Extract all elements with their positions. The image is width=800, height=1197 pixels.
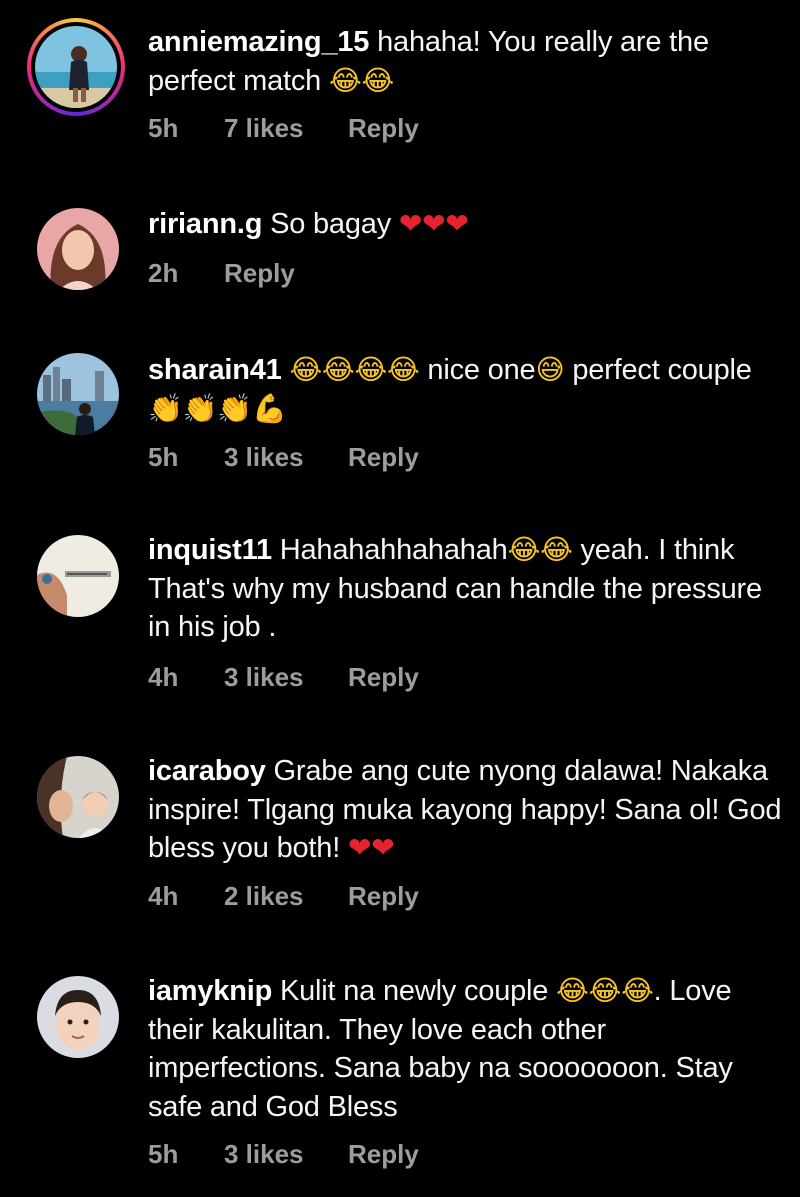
reply-button[interactable]: Reply	[224, 258, 295, 289]
comment-body: Kulit na newly couple	[279, 975, 549, 1007]
reply-button[interactable]: Reply	[348, 113, 419, 144]
laughing-emoji-icon: 😂😂	[507, 533, 573, 566]
username[interactable]: icaraboy	[148, 755, 266, 787]
comment-text: icaraboy Grabe ang cute nyong dalawa! Na…	[148, 752, 788, 868]
username[interactable]: anniemazing_15	[148, 26, 369, 58]
profile-photo-beach-icon	[35, 26, 117, 108]
likes-count[interactable]: 7 likes	[224, 113, 348, 144]
comment-text: iamyknip Kulit na newly couple 😂😂😂. Love…	[148, 972, 788, 1126]
reply-button[interactable]: Reply	[348, 881, 419, 912]
avatar[interactable]	[37, 976, 119, 1058]
heart-emoji-icon: ❤❤❤	[398, 207, 469, 240]
avatar[interactable]	[37, 756, 119, 838]
reply-button[interactable]: Reply	[348, 442, 419, 473]
comment-body: Hahahahhahahah	[279, 534, 508, 566]
laughing-emoji-icon: 😂😂😂	[556, 974, 654, 1007]
clapping-hands-emoji-icon: 👏👏👏💪	[148, 391, 287, 425]
comment-text: anniemazing_15 hahaha! You really are th…	[148, 23, 788, 100]
grinning-sweat-emoji-icon: 😅	[535, 353, 565, 386]
likes-count[interactable]: 3 likes	[224, 442, 348, 473]
heart-emoji-icon: ❤❤	[347, 831, 395, 864]
laughing-emoji-icon: 😂😂😂😂	[289, 353, 420, 386]
likes-count[interactable]: 3 likes	[224, 1139, 348, 1170]
avatar[interactable]	[37, 535, 119, 617]
reply-button[interactable]: Reply	[348, 1139, 419, 1170]
avatar[interactable]	[37, 208, 119, 290]
timestamp: 5h	[148, 1139, 179, 1169]
timestamp: 4h	[148, 662, 179, 692]
comment-meta: 4h 3 likes Reply	[148, 662, 419, 693]
avatar[interactable]	[37, 353, 119, 435]
username[interactable]: inquist11	[148, 534, 272, 566]
reply-button[interactable]: Reply	[348, 662, 419, 693]
likes-count[interactable]: 2 likes	[224, 881, 348, 912]
comment-meta: 5h 3 likes Reply	[148, 1139, 419, 1170]
laughing-emoji-icon: 😂😂	[328, 63, 394, 97]
avatar[interactable]	[27, 18, 125, 116]
username[interactable]: sharain41	[148, 354, 282, 386]
username[interactable]: ririann.g	[148, 208, 262, 240]
comment-meta: 2h Reply	[148, 258, 295, 289]
profile-photo-child-icon	[37, 976, 119, 1058]
comment-body: So bagay	[270, 208, 392, 240]
username[interactable]: iamyknip	[148, 975, 272, 1007]
comment-text: inquist11 Hahahahhahahah😂😂 yeah. I think…	[148, 531, 788, 647]
timestamp: 5h	[148, 113, 179, 143]
likes-count[interactable]: 3 likes	[224, 662, 348, 693]
comment-meta: 4h 2 likes Reply	[148, 881, 419, 912]
comment-body: perfect couple	[572, 354, 752, 386]
profile-photo-arm-icon	[37, 535, 119, 617]
timestamp: 4h	[148, 881, 179, 911]
timestamp: 2h	[148, 258, 179, 288]
comment-meta: 5h 3 likes Reply	[148, 442, 419, 473]
comment-text: sharain41 😂😂😂😂 nice one😅 perfect couple …	[148, 351, 788, 428]
comment-body: nice one	[427, 354, 536, 386]
comment-text: ririann.g So bagay ❤❤❤	[148, 205, 788, 244]
comment-meta: 5h 7 likes Reply	[148, 113, 419, 144]
profile-photo-woman-icon	[37, 208, 119, 290]
profile-photo-city-icon	[37, 353, 119, 435]
profile-photo-mother-child-icon	[37, 756, 119, 838]
timestamp: 5h	[148, 442, 179, 472]
